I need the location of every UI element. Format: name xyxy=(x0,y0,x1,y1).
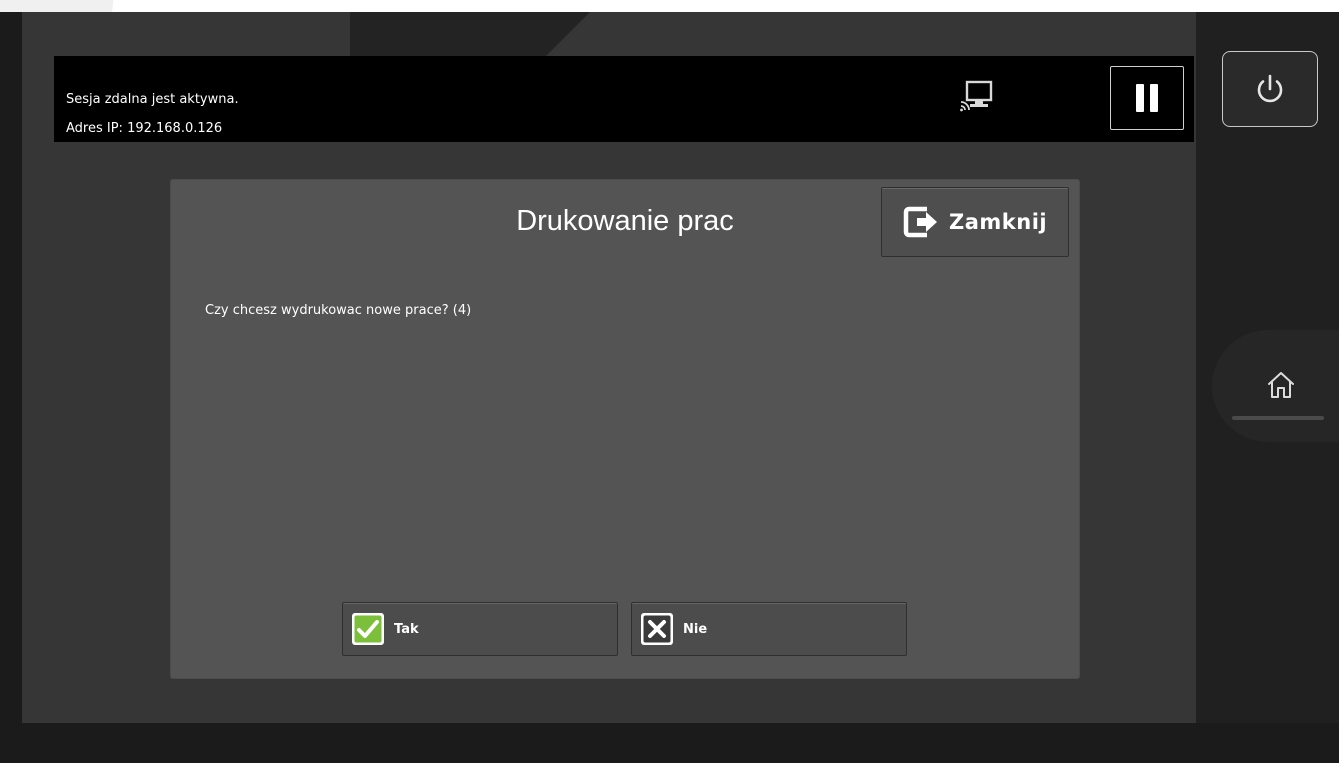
close-button-label: Zamknij xyxy=(949,210,1048,234)
no-button-label: Nie xyxy=(683,621,708,637)
ip-address-text: Adres IP: 192.168.0.126 xyxy=(66,121,223,136)
yes-button[interactable]: Tak xyxy=(342,602,618,656)
power-icon xyxy=(1257,74,1283,103)
remote-screen-icon xyxy=(960,80,993,112)
exit-icon xyxy=(903,206,937,238)
yes-button-label: Tak xyxy=(394,621,419,637)
dialog-message: Czy chcesz wydrukowac nowe prace? (4) xyxy=(205,303,472,318)
pause-icon xyxy=(1136,84,1144,112)
checkmark-icon xyxy=(352,613,384,645)
home-indicator xyxy=(1232,416,1324,420)
print-jobs-dialog: Drukowanie prac Zamknij Czy chcesz wydru… xyxy=(171,180,1079,678)
close-button[interactable]: Zamknij xyxy=(881,187,1069,257)
pause-button[interactable] xyxy=(1110,66,1184,130)
session-status-text: Sesja zdalna jest aktywna. xyxy=(66,92,239,107)
status-bar: Sesja zdalna jest aktywna. Adres IP: 192… xyxy=(54,56,1194,142)
home-icon xyxy=(1268,372,1294,398)
no-button[interactable]: Nie xyxy=(631,602,907,656)
power-button[interactable] xyxy=(1222,51,1318,127)
pause-icon-bar xyxy=(1150,84,1158,112)
home-button[interactable] xyxy=(1226,345,1336,425)
x-icon xyxy=(641,613,673,645)
